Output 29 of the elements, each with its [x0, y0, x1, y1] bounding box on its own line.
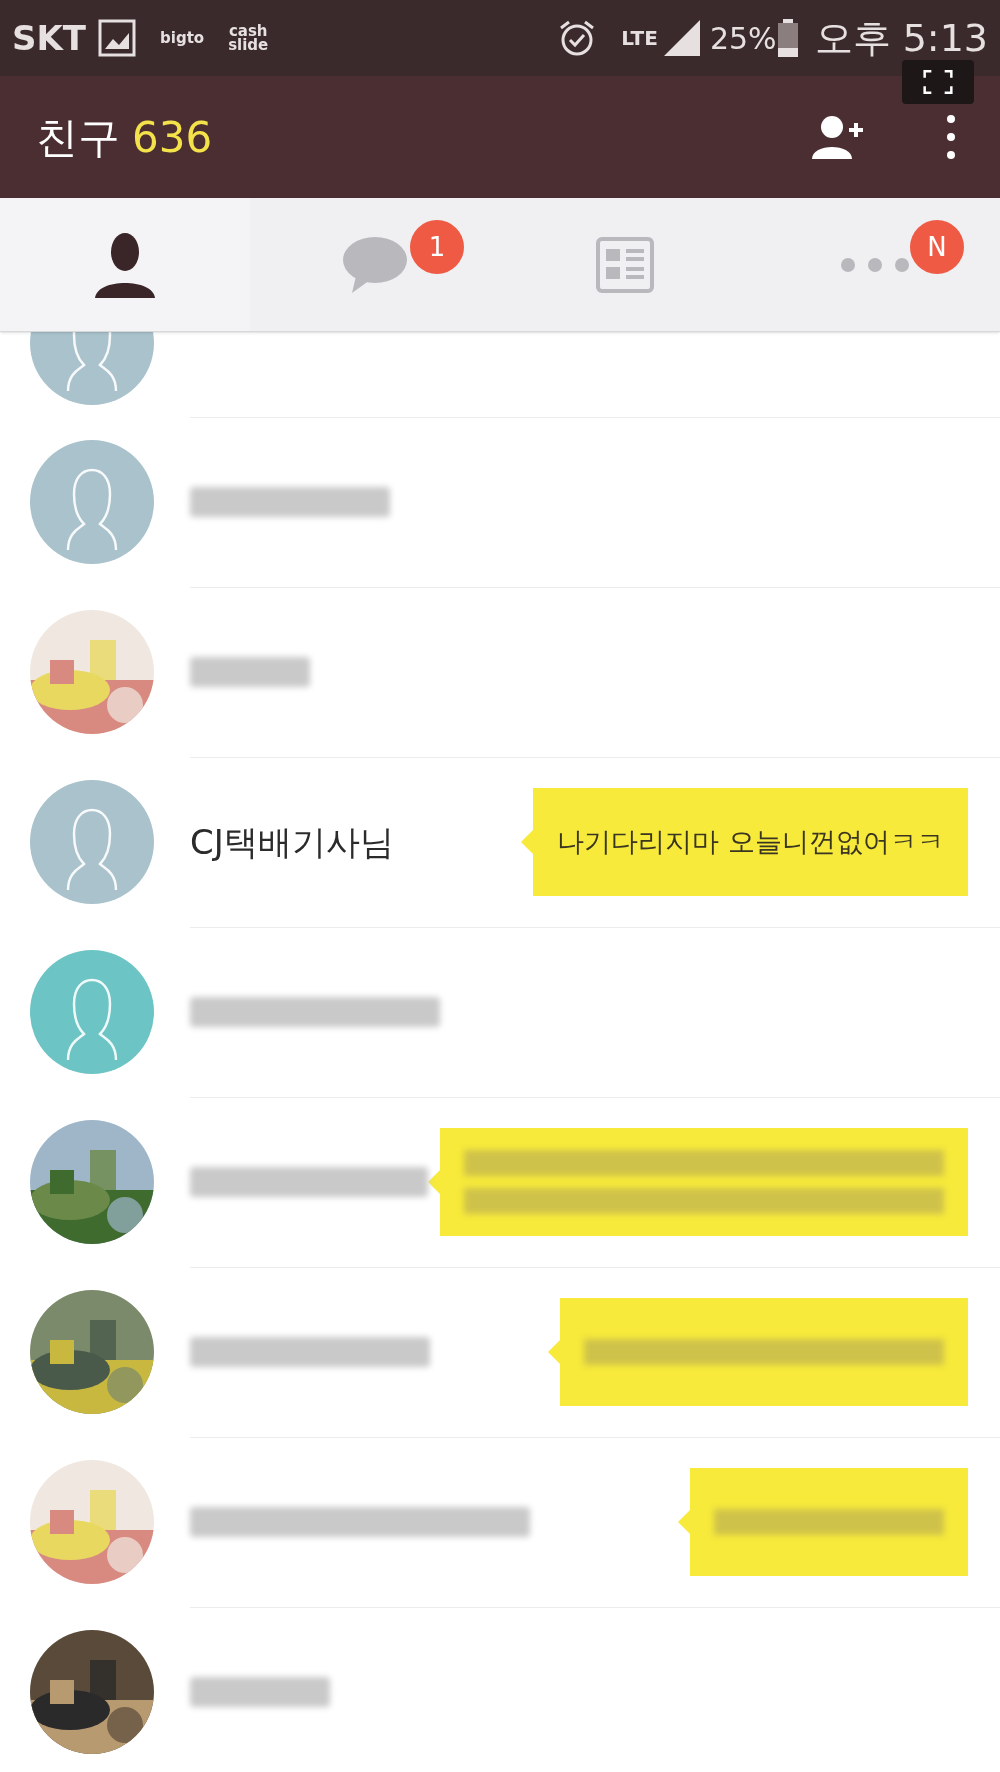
carrier-label: SKT: [12, 16, 87, 60]
add-person-icon: [810, 113, 866, 161]
chat-bubble-icon: [342, 235, 408, 294]
battery-label: 25%: [709, 19, 777, 58]
nav-tab[interactable]: N: [750, 198, 1000, 331]
notification-badge: N: [910, 220, 964, 274]
friend-row[interactable]: CJ택배기사님 나기다리지마 오늘니껀없어ㅋㅋ: [0, 757, 1000, 927]
nav-tab[interactable]: 1: [250, 198, 500, 331]
time-label: 오후 5:13: [814, 14, 988, 62]
bubble-tail-icon: [678, 1510, 690, 1534]
network-label: LTE: [621, 25, 658, 52]
status-message: 나기다리지마 오늘니껀없어ㅋㅋ: [557, 824, 944, 859]
friend-count: 636: [132, 111, 213, 164]
more-vertical-icon: [946, 114, 956, 160]
fullscreen-button[interactable]: [902, 60, 974, 104]
nav-tab[interactable]: [0, 198, 250, 331]
bubble-tail-icon: [548, 1340, 560, 1364]
battery-icon: [776, 18, 799, 58]
app-label: bigto: [160, 31, 205, 45]
bubble-tail-icon: [428, 1170, 440, 1194]
more-icon: [840, 256, 910, 273]
friend-name: CJ택배기사님: [190, 820, 394, 864]
header-title: 친구: [36, 111, 120, 164]
gallery-icon: [98, 19, 137, 57]
app-label: cash slide: [228, 24, 269, 52]
bubble-tail-icon: [521, 830, 534, 854]
fullscreen-icon: [923, 69, 953, 95]
list-icon: [596, 236, 654, 293]
notification-badge: 1: [410, 220, 464, 274]
